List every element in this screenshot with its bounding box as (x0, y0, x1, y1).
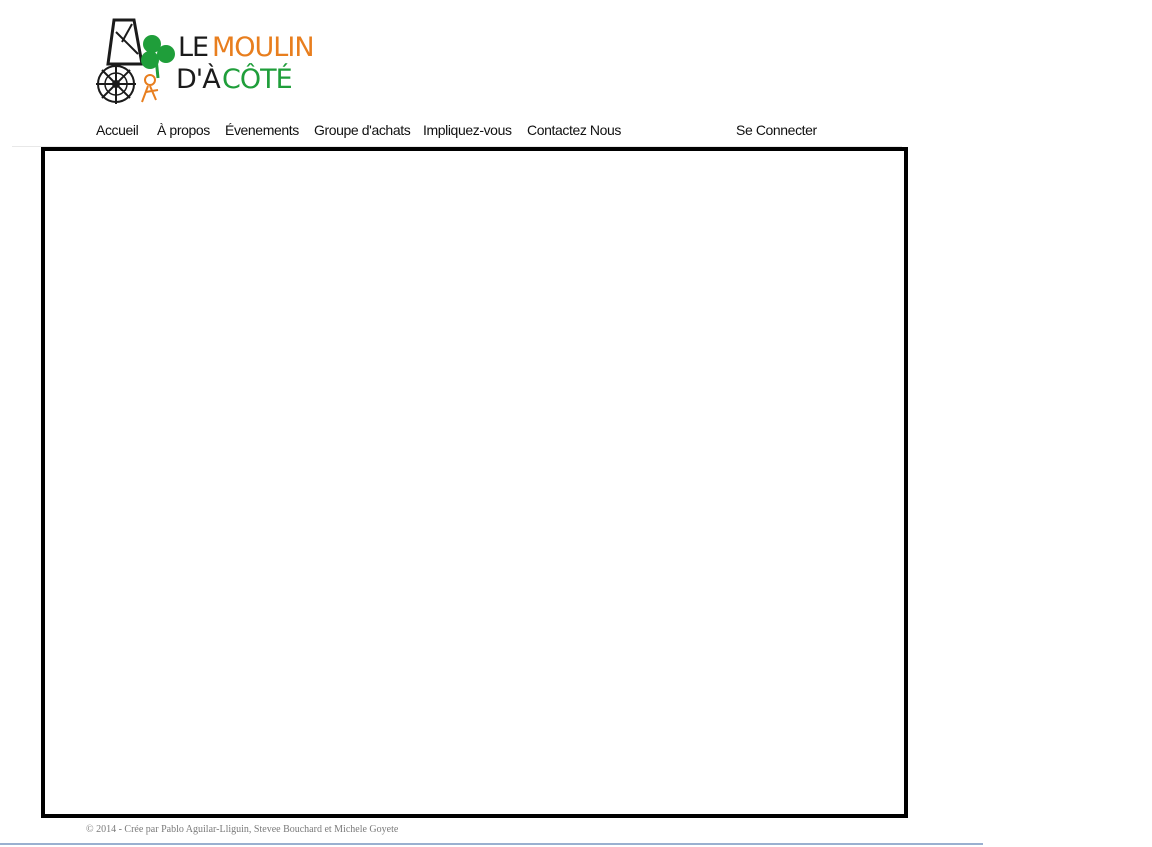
logo-word-cote: CÔTÉ (222, 64, 293, 95)
logo-word-le: LE (178, 32, 209, 63)
nav-item-groupe-dachats[interactable]: Groupe d'achats (314, 122, 411, 138)
nav-item-a-propos[interactable]: À propos (157, 122, 210, 138)
windmill-logo-icon (96, 18, 175, 104)
nav-item-contactez-nous[interactable]: Contactez Nous (527, 122, 621, 138)
login-link[interactable]: Se Connecter (736, 122, 817, 138)
footer-divider (0, 843, 983, 845)
nav-item-impliquez-vous[interactable]: Impliquez-vous (423, 122, 512, 138)
logo-word-da: D'À (176, 64, 221, 95)
nav-item-evenements[interactable]: Évenements (225, 122, 299, 138)
logo-word-moulin: MOULIN (212, 32, 315, 63)
content-frame (41, 147, 908, 818)
footer-credits: © 2014 - Crée par Pablo Aguilar-Lliguin,… (86, 824, 399, 835)
nav-item-accueil[interactable]: Accueil (96, 122, 139, 138)
site-logo[interactable]: LE MOULIN D'À CÔTÉ (94, 14, 315, 112)
